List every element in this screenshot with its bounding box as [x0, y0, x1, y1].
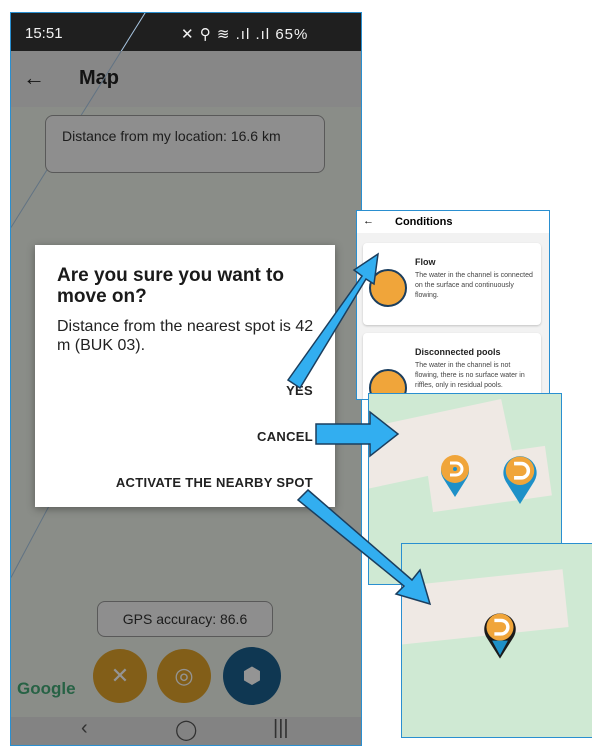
yes-button[interactable]: YES [286, 383, 313, 398]
confirm-dialog: Are you sure you want to move on? Distan… [35, 245, 335, 507]
conditions-header: ← Conditions [357, 211, 549, 233]
conditions-title: Conditions [395, 216, 453, 228]
spot-pin-icon[interactable] [501, 452, 539, 506]
condition-card-disconnected-pools[interactable]: Disconnected pools The water in the chan… [363, 333, 541, 399]
spot-pin-icon[interactable] [439, 454, 471, 498]
conditions-inset: ← Conditions Flow The water in the chann… [356, 210, 550, 400]
cancel-button[interactable]: CANCEL [257, 429, 313, 444]
activate-nearby-spot-button[interactable]: ACTIVATE THE NEARBY SPOT [116, 475, 313, 490]
dialog-title: Are you sure you want to move on? [57, 265, 284, 307]
flow-icon [369, 269, 407, 307]
phone-screen: 15:51 ✕ ⚲ ≋ .ıl .ıl 65% ← Map Distance f… [10, 12, 362, 746]
active-spot-pin-icon[interactable] [482, 604, 518, 666]
battery-level: 65% [275, 26, 309, 43]
condition-card-flow[interactable]: Flow The water in the channel is connect… [363, 243, 541, 325]
map-inset-single-spot [401, 543, 592, 738]
condition-title: Disconnected pools [415, 347, 501, 357]
dialog-message: Distance from the nearest spot is 42 m (… [57, 318, 314, 354]
back-arrow-icon[interactable]: ← [363, 215, 374, 227]
status-bar: 15:51 ✕ ⚲ ≋ .ıl .ıl 65% [11, 13, 361, 51]
status-icons: ✕ ⚲ ≋ .ıl .ıl 65% [181, 26, 309, 43]
status-time: 15:51 [25, 25, 63, 42]
condition-description: The water in the channel is connected on… [415, 272, 533, 299]
condition-title: Flow [415, 257, 436, 267]
condition-description: The water in the channel is not flowing,… [415, 362, 525, 389]
